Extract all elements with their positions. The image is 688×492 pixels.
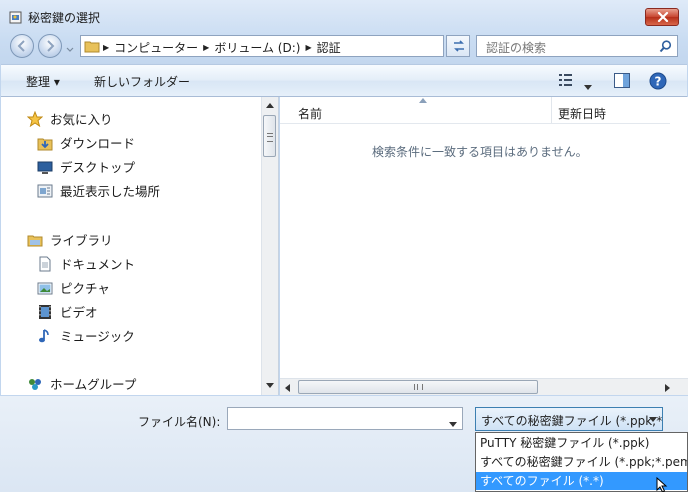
filename-dropdown-icon[interactable] [449, 416, 457, 430]
window-title: 秘密鍵の選択 [28, 11, 101, 25]
arrow-right-icon [47, 40, 55, 52]
sidebar-item-libraries[interactable]: ライブラリ [27, 230, 113, 249]
scroll-up-arrow-icon[interactable] [266, 103, 274, 108]
view-options-icon[interactable] [559, 74, 577, 89]
close-button[interactable] [645, 8, 679, 26]
preview-pane-icon[interactable] [614, 73, 630, 91]
sidebar-item-label: 最近表示した場所 [60, 184, 161, 199]
key-file-icon [9, 10, 23, 24]
empty-results-message: 検索条件に一致する項目はありません。 [372, 145, 588, 159]
scroll-right-arrow-icon[interactable] [665, 384, 670, 392]
sidebar-item-recent-places[interactable]: 最近表示した場所 [37, 181, 160, 200]
close-icon [657, 12, 669, 22]
sidebar-item-label: ビデオ [60, 305, 98, 320]
column-header-modified[interactable]: 更新日時 [558, 105, 606, 122]
video-icon [37, 304, 54, 320]
sidebar-item-label: ホームグループ [50, 377, 137, 392]
breadcrumb-separator-icon: ▶ [103, 43, 110, 52]
svg-text:?: ? [655, 75, 662, 89]
sidebar-item-documents[interactable]: ドキュメント [37, 254, 135, 273]
help-icon[interactable]: ? [649, 72, 667, 93]
sidebar-item-label: ライブラリ [50, 233, 113, 248]
sidebar-item-pictures[interactable]: ピクチャ [37, 278, 110, 297]
sidebar-item-favorites[interactable]: お気に入り [26, 109, 113, 128]
download-folder-icon [37, 135, 54, 151]
file-list: 名前 更新日時 検索条件に一致する項目はありません。 [280, 97, 688, 395]
sidebar-item-desktop[interactable]: デスクトップ [37, 157, 135, 176]
document-icon [37, 256, 54, 272]
column-divider[interactable] [551, 97, 552, 123]
breadcrumb-volume[interactable]: ボリューム (D:) [214, 39, 300, 56]
recent-pages-dropdown-icon[interactable] [66, 42, 74, 56]
breadcrumb-separator-icon: ▶ [305, 43, 312, 52]
filename-label: ファイル名(N): [138, 415, 221, 429]
refresh-icon [454, 40, 464, 52]
scrollbar-thumb[interactable] [263, 115, 276, 157]
sidebar-item-homegroup[interactable]: ホームグループ [27, 374, 136, 393]
music-icon [37, 328, 54, 344]
sort-ascending-icon [419, 98, 427, 103]
sidebar-item-videos[interactable]: ビデオ [37, 302, 98, 321]
sidebar-item-label: ダウンロード [60, 136, 136, 151]
recent-places-icon [37, 183, 54, 199]
navigation-scrollbar[interactable] [261, 97, 278, 395]
column-header-name[interactable]: 名前 [298, 105, 322, 122]
sidebar-item-music[interactable]: ミュージック [37, 326, 135, 345]
library-icon [27, 232, 44, 248]
sidebar-item-label: お気に入り [50, 112, 113, 127]
new-folder-button[interactable]: 新しいフォルダー [94, 73, 190, 90]
sidebar-item-downloads[interactable]: ダウンロード [37, 133, 135, 152]
filename-input[interactable] [227, 407, 463, 430]
mouse-cursor-icon [656, 477, 668, 492]
breadcrumb-computer[interactable]: コンピューター [114, 39, 198, 56]
forward-button[interactable] [38, 34, 62, 58]
chevron-down-icon [649, 417, 657, 422]
title-bar: 秘密鍵の選択 [0, 0, 688, 32]
desktop-icon [37, 159, 54, 175]
file-type-option[interactable]: PuTTY 秘密鍵ファイル (*.ppk) [476, 434, 687, 452]
search-placeholder: 認証の検索 [486, 41, 547, 55]
file-list-horizontal-scrollbar[interactable] [280, 378, 688, 395]
star-icon [26, 110, 44, 127]
address-bar[interactable]: ▶ コンピューター ▶ ボリューム (D:) ▶ 認証 [80, 35, 517, 57]
grip-icon [267, 133, 273, 142]
homegroup-icon [27, 376, 44, 392]
file-open-dialog: 秘密鍵の選択 ▶ コンピューター ▶ ボリューム (D:) ▶ 認証 認証の検索… [0, 0, 688, 492]
command-bar: 整理 ▾ 新しいフォルダー ? [1, 64, 687, 97]
scrollbar-thumb[interactable] [298, 380, 538, 394]
sidebar-item-label: ドキュメント [60, 257, 136, 272]
scroll-down-arrow-icon[interactable] [266, 383, 274, 388]
refresh-button[interactable] [446, 35, 470, 57]
sidebar-item-label: デスクトップ [60, 160, 136, 175]
search-icon [659, 40, 672, 53]
breadcrumb-current-folder[interactable]: 認証 [317, 39, 341, 56]
folder-icon [84, 39, 100, 56]
file-type-select[interactable]: すべての秘密鍵ファイル (*.ppk;*.pem) [475, 407, 663, 431]
file-type-selected-value: すべての秘密鍵ファイル (*.ppk;*.pem) [481, 414, 663, 428]
file-type-option[interactable]: すべての秘密鍵ファイル (*.ppk;*.pem) [476, 453, 687, 471]
search-box[interactable]: 認証の検索 [476, 35, 678, 57]
view-dropdown-icon[interactable] [584, 79, 592, 93]
arrow-left-icon [17, 40, 25, 52]
sidebar-item-label: ピクチャ [60, 281, 110, 296]
sidebar-item-label: ミュージック [60, 329, 135, 344]
grip-icon [414, 384, 423, 390]
breadcrumb: ▶ コンピューター ▶ ボリューム (D:) ▶ 認証 [103, 39, 341, 56]
picture-icon [37, 280, 54, 296]
column-header-row: 名前 更新日時 [280, 97, 670, 124]
organize-button[interactable]: 整理 ▾ [26, 73, 60, 90]
scroll-left-arrow-icon[interactable] [285, 384, 290, 392]
breadcrumb-separator-icon: ▶ [203, 43, 210, 52]
back-button[interactable] [10, 34, 34, 58]
navigation-pane: お気に入り ダウンロード デスクトップ 最近表示した場所 ライブラリ ドキュメン… [1, 97, 279, 395]
